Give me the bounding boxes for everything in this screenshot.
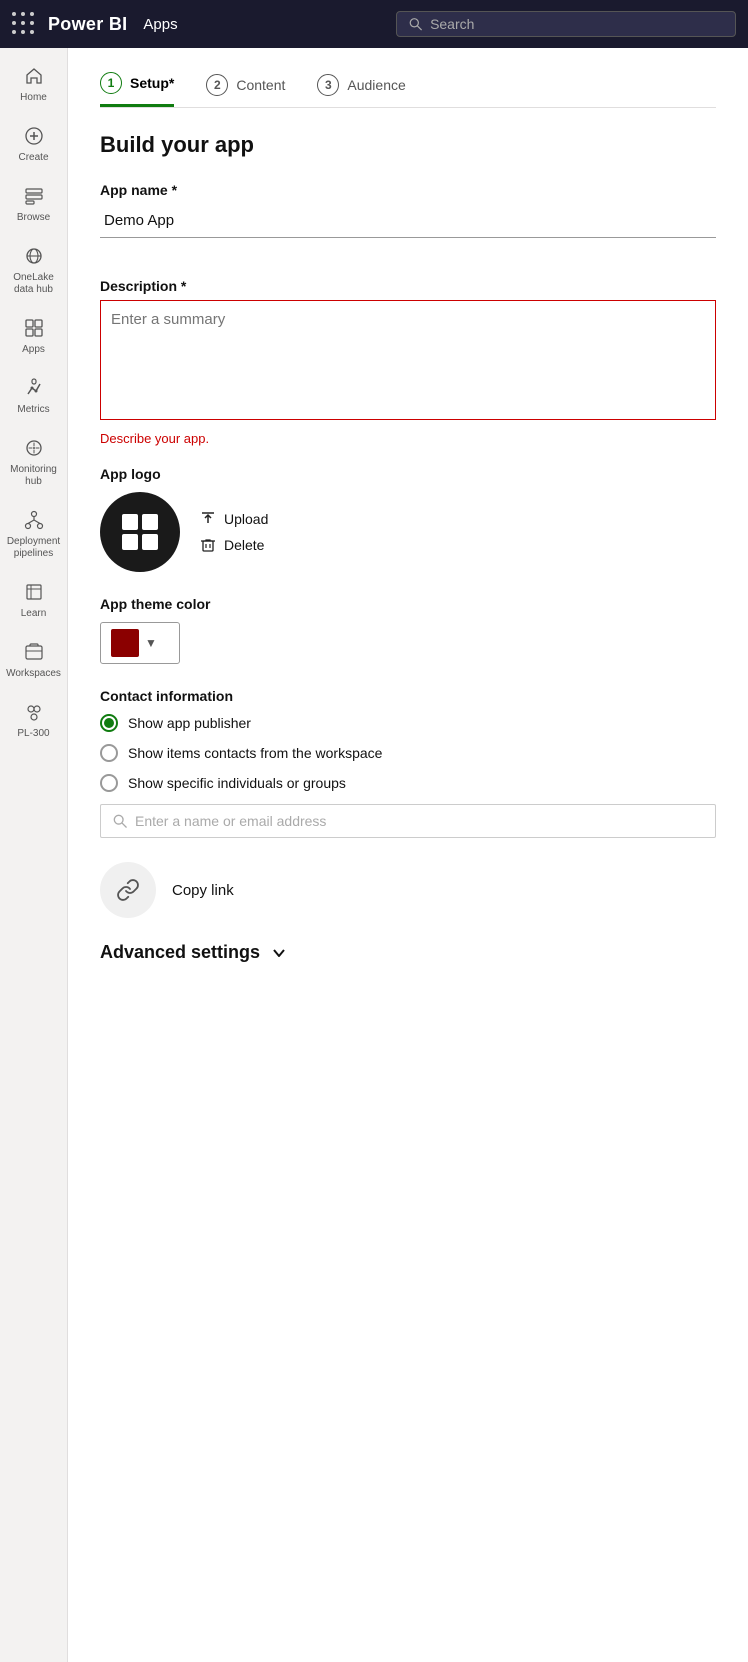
upload-icon (200, 511, 216, 527)
radio-label-specific: Show specific individuals or groups (128, 775, 346, 791)
logo-svg (118, 510, 162, 554)
search-box[interactable] (396, 11, 736, 37)
search-input[interactable] (430, 16, 723, 32)
tab-audience[interactable]: 3 Audience (317, 74, 405, 106)
monitoring-icon (22, 436, 46, 460)
link-icon (116, 878, 140, 902)
apps-icon (22, 316, 46, 340)
upload-button[interactable]: Upload (200, 511, 268, 527)
app-name-input[interactable] (100, 204, 716, 238)
content-area: 1 Setup* 2 Content 3 Audience Build your… (68, 48, 748, 1662)
waffle-icon[interactable] (12, 12, 36, 36)
logo-row: Upload Delete (100, 492, 716, 572)
sidebar-item-create[interactable]: Create (4, 116, 64, 172)
sidebar-item-monitoring[interactable]: Monitoring hub (4, 428, 64, 496)
radio-circle-specific (100, 774, 118, 792)
advanced-chevron-icon (270, 944, 288, 962)
sidebar-label-pl300: PL-300 (17, 728, 49, 740)
advanced-settings-toggle[interactable]: Advanced settings (100, 942, 716, 963)
copy-link-button[interactable] (100, 862, 156, 918)
color-swatch (111, 629, 139, 657)
sidebar-item-deployment[interactable]: Deployment pipelines (4, 500, 64, 568)
radio-label-publisher: Show app publisher (128, 715, 251, 731)
radio-circle-publisher (100, 714, 118, 732)
radio-dot-publisher (104, 718, 114, 728)
copy-link-label: Copy link (172, 882, 234, 899)
sidebar-label-learn: Learn (21, 608, 47, 620)
sidebar-label-home: Home (20, 92, 47, 104)
page-title: Build your app (100, 132, 716, 158)
pl300-icon (22, 700, 46, 724)
radio-circle-items (100, 744, 118, 762)
tab-audience-num: 3 (317, 74, 339, 96)
radio-label-items: Show items contacts from the workspace (128, 745, 382, 761)
delete-button[interactable]: Delete (200, 537, 268, 553)
app-logo-preview (100, 492, 180, 572)
sidebar-item-browse[interactable]: Browse (4, 176, 64, 232)
description-group: Description * Describe your app. (100, 278, 716, 446)
contact-search-input[interactable] (135, 813, 703, 829)
radio-group: Show app publisher Show items contacts f… (100, 714, 716, 792)
metrics-icon (22, 376, 46, 400)
sidebar-label-create: Create (18, 152, 48, 164)
sidebar-item-learn[interactable]: Learn (4, 572, 64, 628)
description-label: Description * (100, 278, 716, 294)
create-icon (22, 124, 46, 148)
top-bar-apps-label: Apps (143, 16, 177, 33)
contact-search-icon (113, 814, 127, 828)
sidebar: Home Create Browse (0, 48, 68, 1662)
tab-audience-label: Audience (347, 77, 405, 93)
sidebar-label-metrics: Metrics (17, 404, 49, 416)
main-layout: Home Create Browse (0, 48, 748, 1662)
app-logo-label: App logo (100, 466, 716, 482)
onelake-icon (22, 244, 46, 268)
search-icon (409, 17, 422, 31)
delete-icon (200, 537, 216, 553)
sidebar-label-deployment: Deployment pipelines (7, 536, 60, 560)
tab-content[interactable]: 2 Content (206, 74, 285, 106)
description-textarea[interactable] (100, 300, 716, 420)
theme-color-label: App theme color (100, 596, 716, 612)
sidebar-item-onelake[interactable]: OneLake data hub (4, 236, 64, 304)
tab-bar: 1 Setup* 2 Content 3 Audience (100, 72, 716, 108)
learn-icon (22, 580, 46, 604)
radio-show-publisher[interactable]: Show app publisher (100, 714, 716, 732)
sidebar-item-pl300[interactable]: PL-300 (4, 692, 64, 748)
deployment-icon (22, 508, 46, 532)
theme-color-section: App theme color ▼ (100, 596, 716, 664)
tab-setup-label: Setup* (130, 75, 174, 91)
tab-content-label: Content (236, 77, 285, 93)
color-picker-button[interactable]: ▼ (100, 622, 180, 664)
radio-show-specific[interactable]: Show specific individuals or groups (100, 774, 716, 792)
tab-content-num: 2 (206, 74, 228, 96)
sidebar-label-apps: Apps (22, 344, 45, 356)
sidebar-item-workspaces[interactable]: Workspaces (4, 632, 64, 688)
tab-setup[interactable]: 1 Setup* (100, 72, 174, 107)
tab-setup-num: 1 (100, 72, 122, 94)
chevron-down-icon: ▼ (145, 636, 157, 650)
sidebar-item-apps[interactable]: Apps (4, 308, 64, 364)
app-name-group: App name * (100, 182, 716, 258)
description-error: Describe your app. (100, 431, 716, 446)
contact-section: Contact information Show app publisher S… (100, 688, 716, 838)
copy-link-section: Copy link (100, 862, 716, 918)
sidebar-item-home[interactable]: Home (4, 56, 64, 112)
contact-search-row[interactable] (100, 804, 716, 838)
logo-actions: Upload Delete (200, 511, 268, 553)
app-name-label: App name * (100, 182, 716, 198)
sidebar-item-metrics[interactable]: Metrics (4, 368, 64, 424)
sidebar-label-workspaces: Workspaces (6, 668, 61, 680)
radio-show-items-contacts[interactable]: Show items contacts from the workspace (100, 744, 716, 762)
contact-info-label: Contact information (100, 688, 716, 704)
app-logo-section: App logo (100, 466, 716, 572)
top-bar: Power BI Apps (0, 0, 748, 48)
workspaces-icon (22, 640, 46, 664)
home-icon (22, 64, 46, 88)
sidebar-label-onelake: OneLake data hub (8, 272, 60, 296)
sidebar-label-browse: Browse (17, 212, 50, 224)
brand-name: Power BI (48, 14, 127, 35)
advanced-settings-label: Advanced settings (100, 942, 260, 963)
sidebar-label-monitoring: Monitoring hub (8, 464, 60, 488)
browse-icon (22, 184, 46, 208)
